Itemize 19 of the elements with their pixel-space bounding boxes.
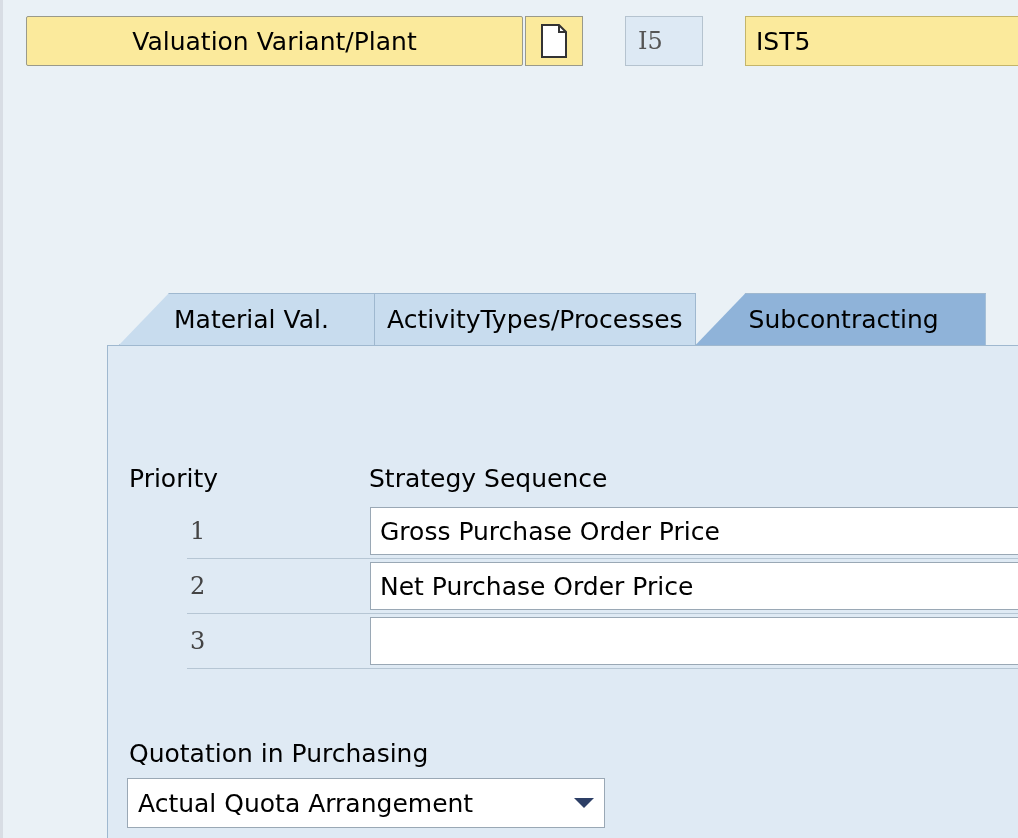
strategy-field[interactable] bbox=[370, 617, 1018, 665]
priority-heading: Priority bbox=[129, 464, 219, 495]
document-icon bbox=[539, 23, 569, 59]
plant-name-field[interactable]: IST5 bbox=[745, 16, 1018, 66]
strategy-field[interactable]: Gross Purchase Order Price bbox=[370, 507, 1018, 555]
dropdown-arrow-icon bbox=[574, 797, 594, 809]
plant-code-field[interactable]: I5 bbox=[625, 16, 703, 66]
priority-number: 3 bbox=[189, 627, 207, 655]
quotation-dropdown[interactable]: Actual Quota Arrangement bbox=[127, 778, 605, 828]
valuation-variant-button[interactable]: Valuation Variant/Plant bbox=[26, 16, 523, 66]
priority-number: 2 bbox=[189, 572, 207, 600]
tab[interactable]: Subcontracting bbox=[695, 293, 986, 345]
strategy-field[interactable]: Net Purchase Order Price bbox=[370, 562, 1018, 610]
priority-number: 1 bbox=[189, 517, 207, 545]
strategy-heading: Strategy Sequence bbox=[369, 464, 608, 495]
quotation-label: Quotation in Purchasing bbox=[128, 739, 430, 768]
tab[interactable]: Material Val. bbox=[119, 293, 375, 345]
document-button[interactable] bbox=[525, 16, 583, 66]
tab[interactable]: ActivityTypes/Processes bbox=[374, 293, 696, 345]
